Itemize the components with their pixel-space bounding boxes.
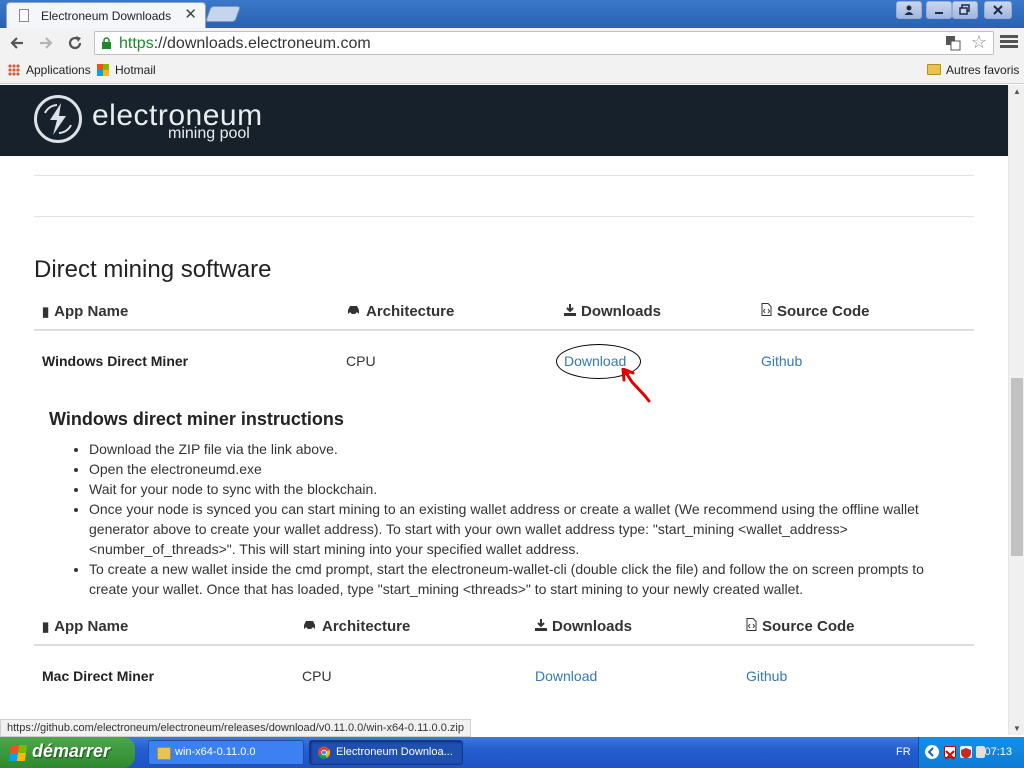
column-header-source-code: Source Code [761,303,870,320]
reload-icon[interactable] [64,32,86,54]
architecture-cell: CPU [302,668,332,684]
tab-close-icon[interactable]: ✕ [184,7,197,23]
site-header: electroneum mining pool [0,85,1008,156]
architecture-cell: CPU [346,353,376,369]
restore-window-icon[interactable] [952,1,978,19]
address-bar[interactable]: https://downloads.electroneum.com ☆ [94,31,994,55]
windows-taskbar: démarrer win-x64-0.11.0.0 Electroneum Do… [0,737,1024,768]
bookmark-star-icon[interactable]: ☆ [971,32,987,53]
minimize-window-icon[interactable] [926,1,952,19]
download-icon [564,304,576,319]
browser-tab[interactable]: Electroneum Downloads ✕ [6,2,206,28]
code-file-icon [746,618,757,634]
column-header-downloads: Downloads [564,303,661,320]
car-icon [302,619,317,634]
scroll-down-icon[interactable]: ▼ [1013,724,1021,733]
system-tray: 07:13 [918,737,1024,768]
divider [34,216,974,217]
forward-arrow-icon[interactable] [35,32,57,54]
windows-flag-icon [8,745,28,761]
code-file-icon [761,303,772,319]
language-indicator[interactable]: FR [896,746,911,758]
browser-title-bar: Electroneum Downloads ✕ [0,0,1024,28]
annotation-arrow-icon [621,368,651,403]
back-arrow-icon[interactable] [6,32,28,54]
security-shield-icon[interactable] [960,746,972,759]
scrollbar-thumb[interactable] [1011,378,1023,556]
user-profile-icon[interactable] [896,1,922,19]
new-tab-button[interactable] [205,6,241,22]
secure-lock-icon [102,37,111,49]
other-bookmarks[interactable]: Autres favoris [927,63,1019,77]
column-header-app-name: ▮ App Name [42,618,129,635]
status-bar-url: https://github.com/electroneum/electrone… [0,719,471,737]
section-title: Direct mining software [34,256,272,283]
page-scrollbar[interactable]: ▲ ▼ [1008,85,1024,735]
logo-subtitle: mining pool [168,125,250,142]
page-viewport: electroneum mining pool Direct mining so… [0,85,1008,719]
column-header-source-code: Source Code [746,618,855,635]
taskbar-item-folder[interactable]: win-x64-0.11.0.0 [148,740,304,765]
translate-icon[interactable] [945,35,961,54]
windows-github-link[interactable]: Github [761,353,802,369]
app-name-cell: Windows Direct Miner [42,353,189,369]
folder-icon [157,747,171,760]
chrome-logo-icon [317,746,331,759]
list-item: To create a new wallet inside the cmd pr… [89,559,949,599]
mac-github-link[interactable]: Github [746,668,787,684]
address-bar-url: https://downloads.electroneum.com [119,35,371,52]
page-favicon-icon [19,9,29,22]
tray-expand-icon[interactable] [925,745,939,759]
instructions-title: Windows direct miner instructions [49,409,344,429]
list-item: Once your node is synced you can start m… [89,499,949,559]
bookmark-hotmail[interactable]: Hotmail [97,63,156,77]
electroneum-logo-icon[interactable] [34,95,82,143]
apps-grid-icon [8,64,20,76]
taskbar-item-chrome[interactable]: Electroneum Downloa... [309,740,463,765]
list-item: Open the electroneumd.exe [89,459,949,479]
list-item: Wait for your node to sync with the bloc… [89,479,949,499]
start-label: démarrer [32,741,111,761]
column-header-app-name: ▮ App Name [42,303,129,320]
taskbar-clock[interactable]: 07:13 [984,746,1012,758]
column-header-downloads: Downloads [535,618,632,635]
column-header-architecture: Architecture [302,618,410,635]
bookmark-applications[interactable]: Applications [8,63,91,77]
folder-icon [927,64,941,75]
app-name-cell: Mac Direct Miner [42,668,155,684]
chrome-menu-icon[interactable] [1000,33,1018,51]
list-item: Download the ZIP file via the link above… [89,439,949,459]
book-icon: ▮ [42,304,50,319]
close-window-icon[interactable] [984,1,1012,19]
instructions-list: Download the ZIP file via the link above… [89,439,949,599]
column-header-architecture: Architecture [346,303,454,320]
bookmarks-bar: Applications Hotmail Autres favoris [0,58,1024,84]
download-icon [535,619,547,634]
table-header-divider [34,329,974,331]
network-warning-icon[interactable] [944,746,956,760]
book-icon: ▮ [42,619,50,634]
mac-download-link[interactable]: Download [535,668,597,684]
scroll-up-icon[interactable]: ▲ [1013,87,1021,96]
browser-toolbar: https://downloads.electroneum.com ☆ [0,28,1024,58]
start-button[interactable]: démarrer [0,737,135,768]
divider [34,175,974,176]
tab-title: Electroneum Downloads [41,9,172,23]
microsoft-logo-icon [97,64,109,76]
car-icon [346,304,361,319]
table-header-divider [34,644,974,646]
